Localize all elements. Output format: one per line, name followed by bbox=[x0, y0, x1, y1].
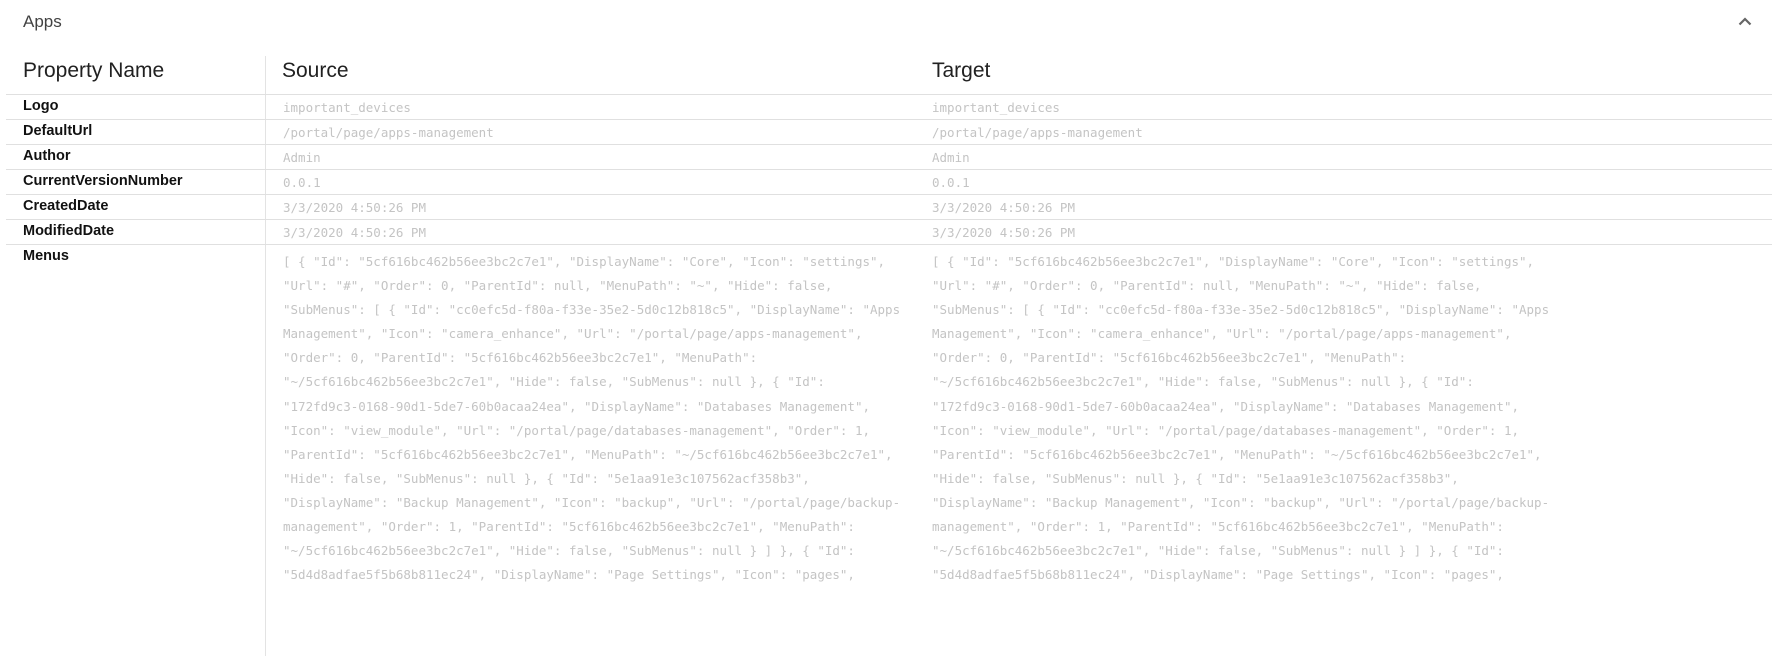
table-row-modifieddate: ModifiedDate 3/3/2020 4:50:26 PM 3/3/202… bbox=[6, 220, 1772, 245]
source-value: 0.0.1 bbox=[283, 175, 321, 190]
header-property-name: Property Name bbox=[23, 59, 165, 82]
source-value: /portal/page/apps-management bbox=[283, 125, 494, 140]
target-value: /portal/page/apps-management bbox=[932, 125, 1143, 140]
table-row-menus: Menus [ { "Id": "5cf616bc462b56ee3bc2c7e… bbox=[6, 245, 1772, 665]
table-row-author: Author Admin Admin bbox=[6, 145, 1772, 170]
table-header: Property Name Source Target bbox=[6, 56, 1772, 95]
property-name: Menus bbox=[23, 248, 69, 264]
chevron-up-icon bbox=[1738, 17, 1752, 26]
target-value: Admin bbox=[932, 150, 970, 165]
target-value: 3/3/2020 4:50:26 PM bbox=[932, 200, 1075, 215]
source-value: 3/3/2020 4:50:26 PM bbox=[283, 225, 426, 240]
comparison-table: Property Name Source Target Logo importa… bbox=[6, 56, 1772, 665]
table-row-createddate: CreatedDate 3/3/2020 4:50:26 PM 3/3/2020… bbox=[6, 195, 1772, 220]
source-value: important_devices bbox=[283, 100, 411, 115]
target-value: 3/3/2020 4:50:26 PM bbox=[932, 225, 1075, 240]
target-value: important_devices bbox=[932, 100, 1060, 115]
source-value: 3/3/2020 4:50:26 PM bbox=[283, 200, 426, 215]
table-row-currentversionnumber: CurrentVersionNumber 0.0.1 0.0.1 bbox=[6, 170, 1772, 195]
table-row-defaulturl: DefaultUrl /portal/page/apps-management … bbox=[6, 120, 1772, 145]
property-name: CreatedDate bbox=[23, 198, 109, 214]
apps-panel-header[interactable]: Apps bbox=[0, 0, 1775, 46]
property-name: ModifiedDate bbox=[23, 223, 115, 239]
source-value: [ { "Id": "5cf616bc462b56ee3bc2c7e1", "D… bbox=[283, 254, 901, 583]
header-target: Target bbox=[932, 59, 991, 82]
target-value: [ { "Id": "5cf616bc462b56ee3bc2c7e1", "D… bbox=[932, 254, 1550, 583]
collapse-button[interactable] bbox=[1734, 10, 1756, 32]
panel-title: Apps bbox=[23, 12, 62, 31]
header-source: Source bbox=[282, 59, 349, 82]
target-value: 0.0.1 bbox=[932, 175, 970, 190]
source-value: Admin bbox=[283, 150, 321, 165]
property-name: CurrentVersionNumber bbox=[23, 173, 183, 189]
table-row-logo: Logo important_devices important_devices bbox=[6, 95, 1772, 120]
property-name: Logo bbox=[23, 98, 59, 114]
property-name: Author bbox=[23, 148, 71, 164]
property-name: DefaultUrl bbox=[23, 123, 93, 139]
